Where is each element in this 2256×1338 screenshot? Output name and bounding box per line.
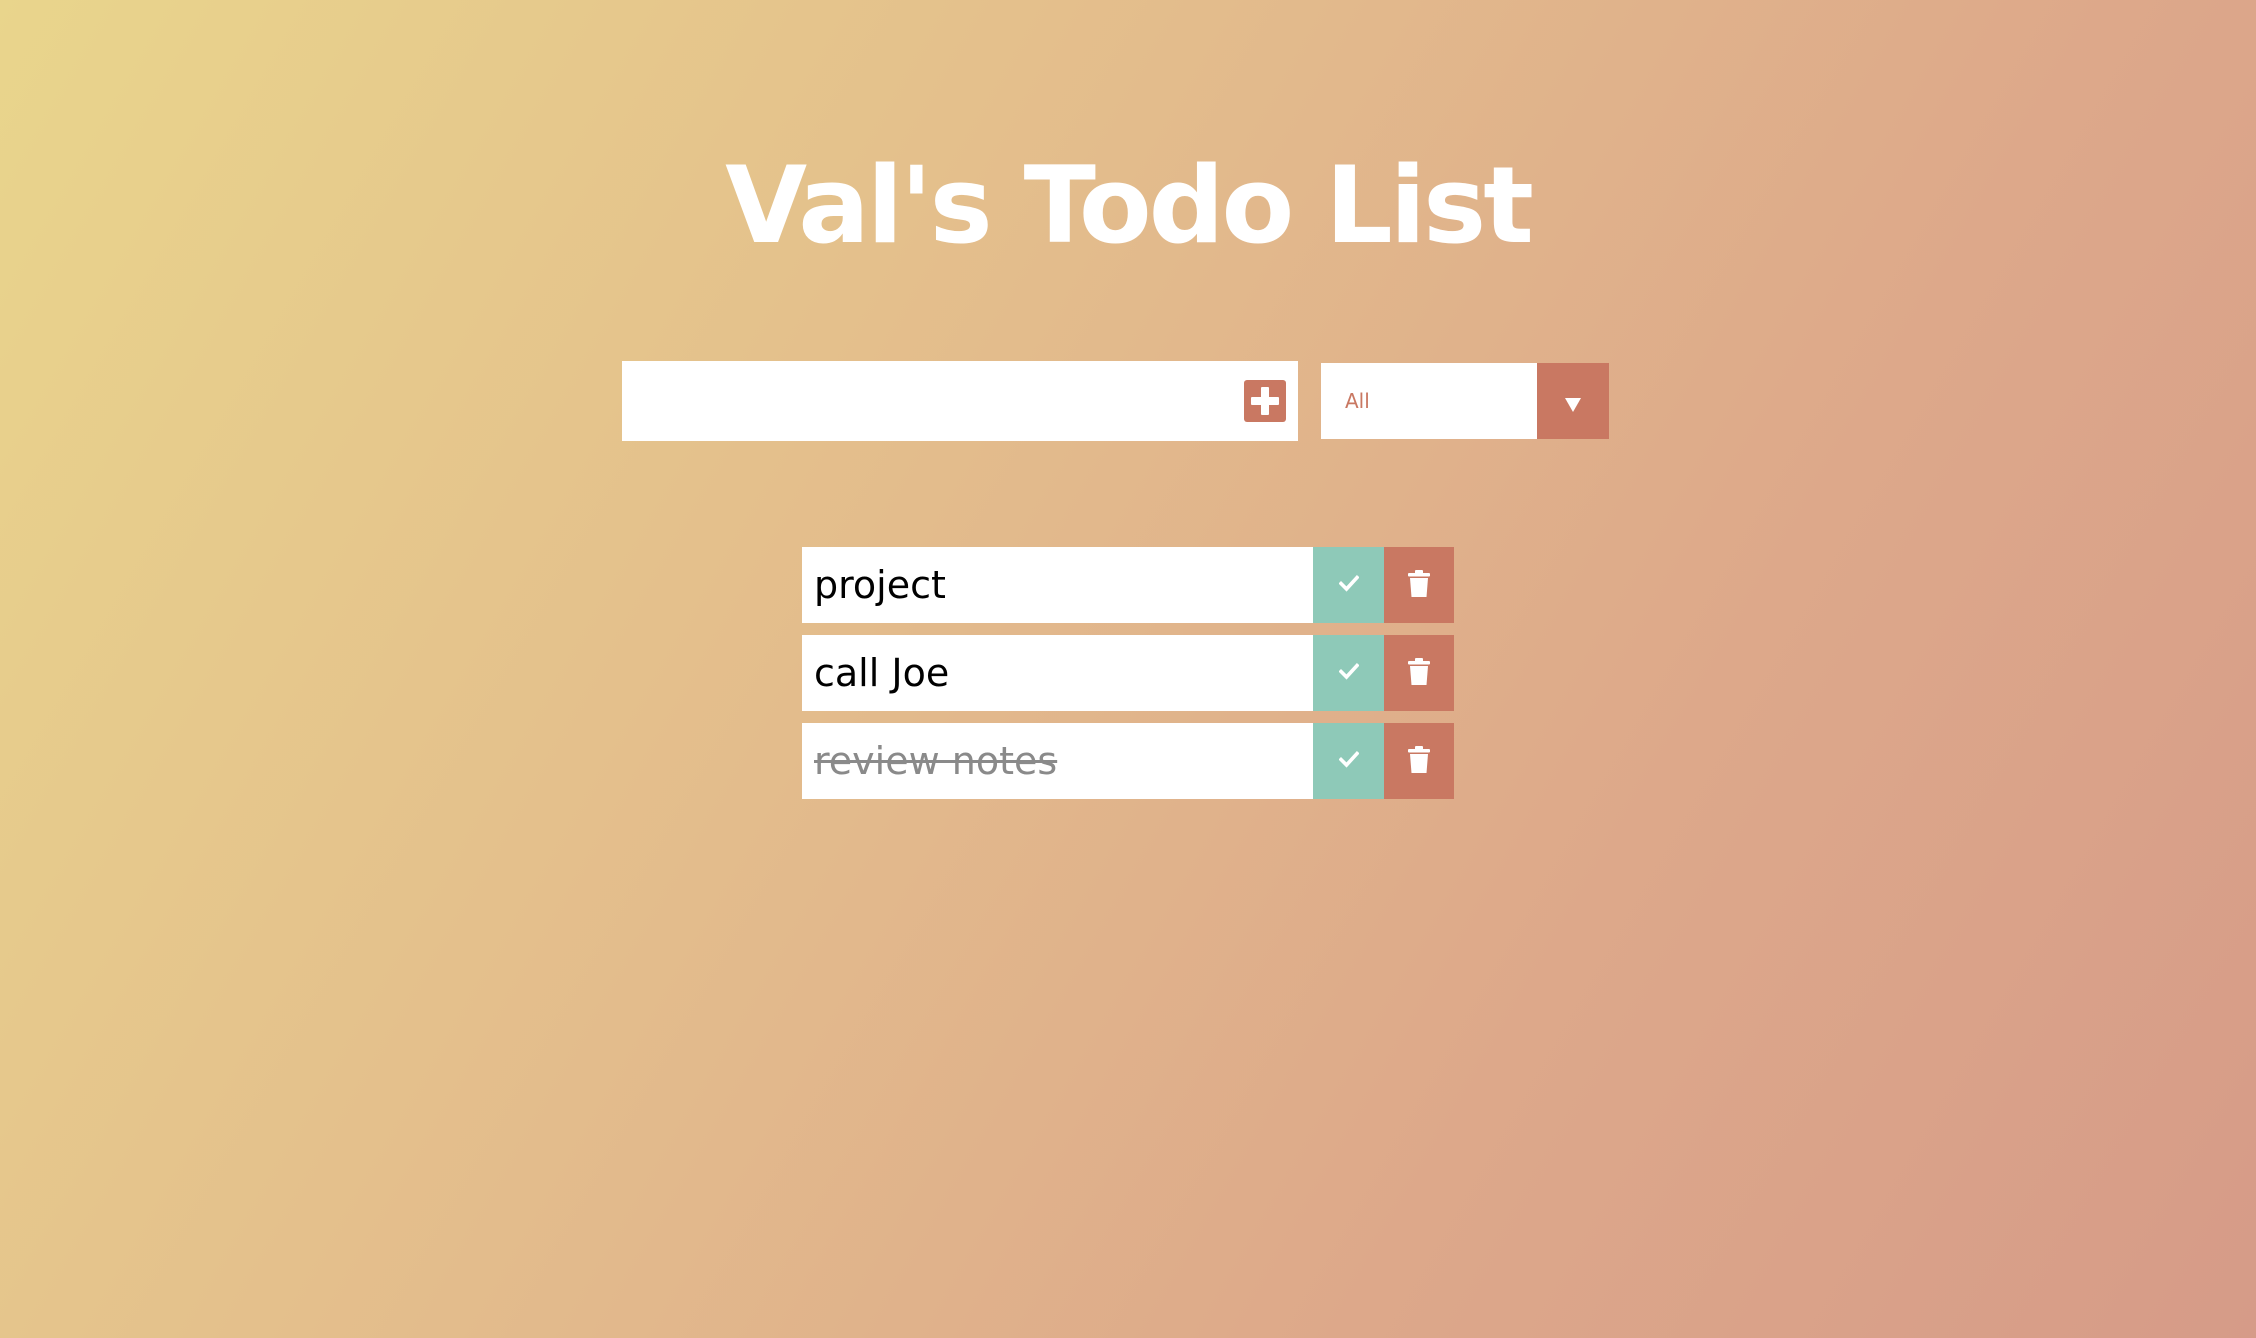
todo-text-box: project (802, 547, 1313, 623)
todo-item: project (802, 547, 1454, 623)
todo-text-box: review notes (802, 723, 1313, 799)
todo-input-container (622, 361, 1298, 441)
todo-input[interactable] (622, 361, 1222, 441)
todo-item: review notes (802, 723, 1454, 799)
delete-button[interactable] (1384, 547, 1454, 623)
todo-list: project call Joe review notes (802, 547, 1454, 811)
filter-selected-value: All (1345, 389, 1370, 413)
trash-icon (1408, 570, 1430, 597)
trash-icon (1408, 746, 1430, 773)
trash-icon (1408, 658, 1430, 685)
page-title: Val's Todo List (725, 144, 1534, 268)
filter-dropdown-toggle[interactable] (1537, 363, 1609, 439)
todo-item: call Joe (802, 635, 1454, 711)
todo-text-box: call Joe (802, 635, 1313, 711)
complete-button[interactable] (1313, 635, 1384, 711)
todo-text: project (814, 563, 946, 607)
complete-button[interactable] (1313, 723, 1384, 799)
todo-text: review notes (814, 739, 1058, 783)
check-icon (1339, 574, 1359, 592)
check-icon (1339, 750, 1359, 768)
add-todo-button[interactable] (1244, 380, 1286, 422)
complete-button[interactable] (1313, 547, 1384, 623)
caret-down-icon (1565, 398, 1581, 412)
filter-select[interactable]: All (1321, 363, 1609, 439)
todo-text: call Joe (814, 651, 950, 695)
delete-button[interactable] (1384, 723, 1454, 799)
check-icon (1339, 662, 1359, 680)
delete-button[interactable] (1384, 635, 1454, 711)
